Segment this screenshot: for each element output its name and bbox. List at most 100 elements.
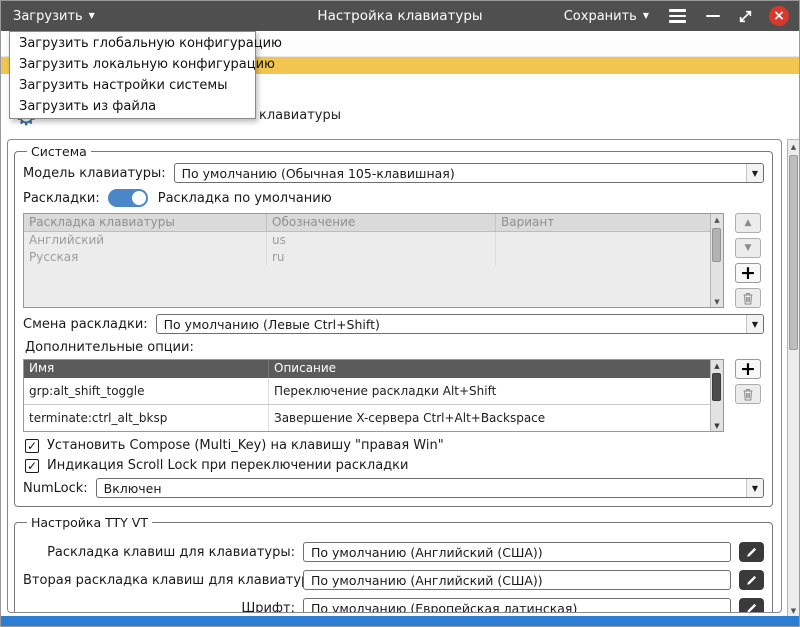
keyboard-model-label: Модель клавиатуры: xyxy=(23,166,166,181)
trash-icon xyxy=(742,292,754,305)
settings-viewport: Система Модель клавиатуры: По умолчанию … xyxy=(7,139,782,613)
column-header: Раскладка клавиатуры xyxy=(24,214,267,231)
save-menu-label: Сохранить xyxy=(564,9,637,24)
trash-icon xyxy=(742,388,754,401)
tty-layout2-label: Вторая раскладка клавиш для клавиатуры: xyxy=(23,573,295,588)
options-table-scrollbar[interactable]: ▲ ▼ xyxy=(710,360,723,431)
menu-item-load-global[interactable]: Загрузить глобальную конфигурацию xyxy=(10,33,255,54)
column-header: Имя xyxy=(24,360,269,378)
scroll-up-icon[interactable]: ▲ xyxy=(711,214,723,225)
expand-icon[interactable] xyxy=(738,9,753,24)
chevron-down-icon: ▼ xyxy=(746,479,763,497)
pencil-icon xyxy=(746,574,758,586)
default-layout-toggle-label: Раскладка по умолчанию xyxy=(158,191,332,206)
compose-checkbox-label: Установить Compose (Multi_Key) на клавиш… xyxy=(47,438,444,453)
checkbox-checked-icon[interactable]: ✓ xyxy=(25,439,39,453)
keyboard-model-value: По умолчанию (Обычная 105-клавишная) xyxy=(175,166,746,181)
scroll-down-icon[interactable]: ▼ xyxy=(711,420,723,431)
add-option-button[interactable]: + xyxy=(735,359,761,379)
tty-layout-row: Раскладка клавиш для клавиатуры: По умол… xyxy=(23,542,764,562)
titlebar-controls: Сохранить ▼ × xyxy=(562,5,799,27)
layouts-table-header: Раскладка клавиатуры Обозначение Вариант xyxy=(24,214,723,232)
save-menu-button[interactable]: Сохранить ▼ xyxy=(562,9,651,24)
menu-item-load-system[interactable]: Загрузить настройки системы xyxy=(10,75,255,96)
numlock-label: NumLock: xyxy=(23,481,88,496)
system-group: Система Модель клавиатуры: По умолчанию … xyxy=(14,144,773,507)
layouts-table-buttons: ▲ ▼ + xyxy=(732,213,764,308)
default-layout-toggle[interactable] xyxy=(108,189,148,207)
scrolllock-checkbox-row[interactable]: ✓ Индикация Scroll Lock при переключении… xyxy=(25,458,764,473)
column-header: Вариант xyxy=(496,214,723,231)
layouts-table-wrap: Раскладка клавиатуры Обозначение Вариант… xyxy=(23,213,764,308)
tty-font-label: Шрифт: xyxy=(23,601,295,614)
numlock-select[interactable]: Включен ▼ xyxy=(96,478,764,498)
main-scrollbar[interactable]: ▲ ▼ xyxy=(787,139,800,618)
tty-layout2-field[interactable]: По умолчанию (Английский (США)) xyxy=(303,570,731,590)
minimize-icon[interactable] xyxy=(706,15,720,18)
bottom-accent-bar xyxy=(1,616,799,626)
table-row[interactable]: grp:alt_shift_toggle Переключение раскла… xyxy=(24,378,723,405)
chevron-down-icon: ▼ xyxy=(746,164,763,182)
tty-layout-field[interactable]: По умолчанию (Английский (США)) xyxy=(303,542,731,562)
chevron-down-icon: ▼ xyxy=(746,315,763,333)
layouts-table-scrollbar[interactable]: ▲ ▼ xyxy=(710,214,723,307)
layout-switch-row: Смена раскладки: По умолчанию (Левые Ctr… xyxy=(23,314,764,334)
column-header: Описание xyxy=(269,360,723,378)
tty-layout-label: Раскладка клавиш для клавиатуры: xyxy=(23,545,295,560)
edit-button[interactable] xyxy=(739,542,764,562)
options-table-buttons: + xyxy=(732,359,764,432)
titlebar: Загрузить ▼ Настройка клавиатуры Сохрани… xyxy=(1,1,799,31)
close-icon[interactable]: × xyxy=(769,6,789,26)
move-up-button[interactable]: ▲ xyxy=(735,213,761,233)
options-table: Имя Описание grp:alt_shift_toggle Перекл… xyxy=(23,359,724,432)
layout-switch-select[interactable]: По умолчанию (Левые Ctrl+Shift) ▼ xyxy=(156,314,764,334)
pencil-icon xyxy=(746,546,758,558)
delete-option-button[interactable] xyxy=(735,384,761,404)
edit-button[interactable] xyxy=(739,598,764,613)
keyboard-model-row: Модель клавиатуры: По умолчанию (Обычная… xyxy=(23,163,764,183)
numlock-value: Включен xyxy=(97,481,746,496)
layout-switch-value: По умолчанию (Левые Ctrl+Shift) xyxy=(157,317,746,332)
numlock-row: NumLock: Включен ▼ xyxy=(23,478,764,498)
system-group-legend: Система xyxy=(27,144,91,159)
options-table-wrap: Имя Описание grp:alt_shift_toggle Перекл… xyxy=(23,359,764,432)
layouts-row: Раскладки: Раскладка по умолчанию xyxy=(23,189,764,207)
hamburger-menu-icon[interactable] xyxy=(667,5,688,27)
scrollbar-thumb[interactable] xyxy=(712,373,721,401)
toggle-knob xyxy=(132,191,146,205)
column-header: Обозначение xyxy=(267,214,496,231)
scroll-up-icon[interactable]: ▲ xyxy=(788,140,799,153)
table-row[interactable]: Английский us xyxy=(24,232,723,249)
delete-layout-button[interactable] xyxy=(735,288,761,308)
chevron-down-icon: ▼ xyxy=(89,12,95,20)
keyboard-model-select[interactable]: По умолчанию (Обычная 105-клавишная) ▼ xyxy=(174,163,764,183)
table-row[interactable]: Русская ru xyxy=(24,249,723,266)
add-layout-button[interactable]: + xyxy=(735,263,761,283)
move-down-button[interactable]: ▼ xyxy=(735,238,761,258)
layouts-label: Раскладки: xyxy=(23,191,100,206)
scroll-down-icon[interactable]: ▼ xyxy=(711,296,723,307)
load-dropdown-menu: Загрузить глобальную конфигурацию Загруз… xyxy=(9,31,256,119)
load-menu-button[interactable]: Загрузить ▼ xyxy=(1,1,107,31)
tty-font-row: Шрифт: По умолчанию (Европейская латинск… xyxy=(23,598,764,613)
tty-layout2-row: Вторая раскладка клавиш для клавиатуры: … xyxy=(23,570,764,590)
options-table-header: Имя Описание xyxy=(24,360,723,378)
layout-switch-label: Смена раскладки: xyxy=(23,317,148,332)
checkbox-checked-icon[interactable]: ✓ xyxy=(25,459,39,473)
edit-button[interactable] xyxy=(739,570,764,590)
table-row[interactable]: terminate:ctrl_alt_bksp Завершение X-сер… xyxy=(24,405,723,432)
options-label: Дополнительные опции: xyxy=(25,340,764,355)
menu-item-load-file[interactable]: Загрузить из файла xyxy=(10,96,255,117)
window-title: Настройка клавиатуры xyxy=(317,8,482,24)
compose-checkbox-row[interactable]: ✓ Установить Compose (Multi_Key) на клав… xyxy=(25,438,764,453)
pencil-icon xyxy=(746,602,758,613)
menu-item-load-local[interactable]: Загрузить локальную конфигурацию xyxy=(10,54,255,75)
tty-group: Настройка TTY VT Раскладка клавиш для кл… xyxy=(14,515,773,613)
scrollbar-thumb[interactable] xyxy=(712,228,721,262)
scroll-up-icon[interactable]: ▲ xyxy=(711,360,723,371)
tty-font-field[interactable]: По умолчанию (Европейская латинская) xyxy=(303,598,731,613)
layouts-table: Раскладка клавиатуры Обозначение Вариант… xyxy=(23,213,724,308)
scrolllock-checkbox-label: Индикация Scroll Lock при переключении р… xyxy=(47,458,408,473)
scrollbar-thumb[interactable] xyxy=(789,155,798,350)
load-menu-label: Загрузить xyxy=(13,9,83,24)
